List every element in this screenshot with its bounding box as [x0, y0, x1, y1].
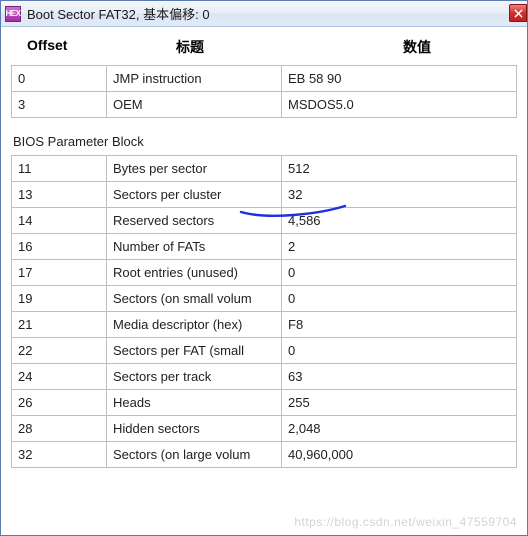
- cell-value: 0: [282, 260, 517, 286]
- app-icon: HEX: [5, 6, 21, 22]
- cell-title: Hidden sectors: [107, 416, 282, 442]
- table-row[interactable]: 26Heads255: [12, 390, 517, 416]
- app-icon-text: HEX: [6, 10, 21, 18]
- cell-value: 40,960,000: [282, 442, 517, 468]
- titlebar: HEX Boot Sector FAT32, 基本偏移: 0: [1, 1, 527, 27]
- header-value: 数值: [317, 37, 517, 57]
- table-row[interactable]: 24Sectors per track63: [12, 364, 517, 390]
- cell-value: 32: [282, 182, 517, 208]
- table-row[interactable]: 13Sectors per cluster32: [12, 182, 517, 208]
- cell-title: OEM: [107, 92, 282, 118]
- cell-value: 255: [282, 390, 517, 416]
- cell-value: 4,586: [282, 208, 517, 234]
- cell-offset: 32: [12, 442, 107, 468]
- cell-offset: 11: [12, 156, 107, 182]
- cell-offset: 24: [12, 364, 107, 390]
- table-row[interactable]: 16Number of FATs2: [12, 234, 517, 260]
- cell-offset: 0: [12, 66, 107, 92]
- cell-value: F8: [282, 312, 517, 338]
- header-offset: Offset: [11, 37, 111, 57]
- cell-title: Root entries (unused): [107, 260, 282, 286]
- window-frame: HEX Boot Sector FAT32, 基本偏移: 0 Offset 标题…: [0, 0, 528, 536]
- cell-value: 0: [282, 338, 517, 364]
- cell-offset: 16: [12, 234, 107, 260]
- cell-offset: 17: [12, 260, 107, 286]
- close-icon: [514, 9, 523, 18]
- section2-table: 11Bytes per sector51213Sectors per clust…: [11, 155, 517, 468]
- section2-label: BIOS Parameter Block: [13, 134, 517, 149]
- cell-value: 63: [282, 364, 517, 390]
- cell-value: EB 58 90: [282, 66, 517, 92]
- cell-title: Media descriptor (hex): [107, 312, 282, 338]
- table-row[interactable]: 19Sectors (on small volum0: [12, 286, 517, 312]
- table-row[interactable]: 3OEMMSDOS5.0: [12, 92, 517, 118]
- cell-title: Reserved sectors: [107, 208, 282, 234]
- table-row[interactable]: 11Bytes per sector512: [12, 156, 517, 182]
- cell-title: Heads: [107, 390, 282, 416]
- cell-title: JMP instruction: [107, 66, 282, 92]
- cell-value: 0: [282, 286, 517, 312]
- cell-offset: 28: [12, 416, 107, 442]
- window-title: Boot Sector FAT32, 基本偏移: 0: [27, 4, 210, 23]
- cell-title: Bytes per sector: [107, 156, 282, 182]
- cell-offset: 13: [12, 182, 107, 208]
- cell-title: Sectors per track: [107, 364, 282, 390]
- cell-offset: 21: [12, 312, 107, 338]
- watermark: https://blog.csdn.net/weixin_47559704: [294, 515, 517, 529]
- table-row[interactable]: 22Sectors per FAT (small0: [12, 338, 517, 364]
- cell-title: Number of FATs: [107, 234, 282, 260]
- close-button[interactable]: [509, 4, 527, 22]
- cell-title: Sectors (on small volum: [107, 286, 282, 312]
- table-row[interactable]: 21Media descriptor (hex)F8: [12, 312, 517, 338]
- cell-value: 512: [282, 156, 517, 182]
- table-row[interactable]: 17Root entries (unused)0: [12, 260, 517, 286]
- cell-offset: 19: [12, 286, 107, 312]
- header-title: 标题: [111, 37, 317, 57]
- cell-title: Sectors (on large volum: [107, 442, 282, 468]
- table-row[interactable]: 14Reserved sectors4,586: [12, 208, 517, 234]
- section1-table: 0JMP instructionEB 58 903OEMMSDOS5.0: [11, 65, 517, 118]
- cell-offset: 26: [12, 390, 107, 416]
- cell-offset: 22: [12, 338, 107, 364]
- cell-offset: 3: [12, 92, 107, 118]
- table-row[interactable]: 0JMP instructionEB 58 90: [12, 66, 517, 92]
- cell-value: 2: [282, 234, 517, 260]
- table-row[interactable]: 32Sectors (on large volum40,960,000: [12, 442, 517, 468]
- content-area: Offset 标题 数值 0JMP instructionEB 58 903OE…: [1, 27, 527, 478]
- cell-title: Sectors per FAT (small: [107, 338, 282, 364]
- table-row[interactable]: 28Hidden sectors2,048: [12, 416, 517, 442]
- cell-title: Sectors per cluster: [107, 182, 282, 208]
- cell-offset: 14: [12, 208, 107, 234]
- cell-value: MSDOS5.0: [282, 92, 517, 118]
- column-headers: Offset 标题 数值: [11, 33, 517, 65]
- cell-value: 2,048: [282, 416, 517, 442]
